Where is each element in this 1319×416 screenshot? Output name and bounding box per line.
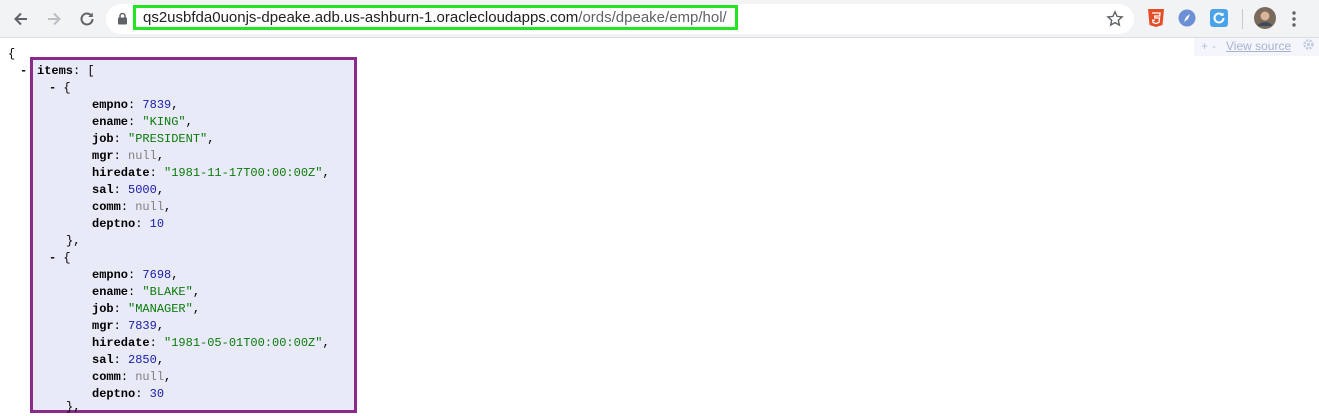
items-key: items [37,64,74,78]
json-field: empno: 7698, [92,268,179,282]
back-arrow-icon [14,12,27,26]
json-viewer: { - items: [ - { empno: 7839, ename: "KI… [0,38,1319,416]
field-key: hiredate [92,336,150,350]
field-value: 10 [149,217,165,231]
record-open: - { [49,251,71,265]
items-row: - [20,63,27,80]
field-key: deptno [92,217,136,231]
json-field: job: "PRESIDENT", [92,132,215,146]
json-field: hiredate: "1981-11-17T00:00:00Z", [92,166,330,180]
toolbar-divider [1242,9,1243,29]
field-key: sal [92,353,114,367]
field-value: "BLAKE" [142,285,193,299]
json-field: mgr: 7839, [92,319,165,333]
field-value: "PRESIDENT" [128,132,208,146]
field-key: job [92,132,114,146]
refresh-extension-icon[interactable] [1209,8,1229,28]
reload-icon [80,12,94,26]
field-key: deptno [92,387,136,401]
field-key: comm [92,200,121,214]
items-open-bracket: [ [87,64,95,78]
field-value: "1981-11-17T00:00:00Z" [164,166,323,180]
json-field: job: "MANAGER", [92,302,201,316]
record-close: }, [66,234,81,248]
json-field: deptno: 10 [92,217,165,231]
lock-icon[interactable] [117,12,128,30]
forward-arrow-icon [48,12,61,26]
field-value: "MANAGER" [128,302,193,316]
field-key: ename [92,115,129,129]
field-value: null [135,370,165,384]
field-key: ename [92,285,129,299]
field-value: 2850 [128,353,157,367]
json-field: sal: 2850, [92,353,165,367]
items-collapse-toggle[interactable]: - [20,64,27,78]
field-value: 5000 [128,183,157,197]
field-value: "KING" [142,115,186,129]
field-key: sal [92,183,114,197]
record-close: }, [66,400,81,414]
forward-button[interactable] [42,7,66,31]
field-value: 7698 [142,268,172,282]
menu-kebab-icon[interactable] [1291,9,1297,34]
url-host: qs2usbfda0uonjs-dpeake.adb.us-ashburn-1.… [143,9,579,26]
profile-avatar[interactable] [1254,7,1276,29]
json-field: ename: "BLAKE", [92,285,201,299]
field-key: hiredate [92,166,150,180]
field-key: comm [92,370,121,384]
json-field: comm: null, [92,370,172,384]
field-value: 7839 [142,98,172,112]
json-field: ename: "KING", [92,115,193,129]
url-text[interactable]: qs2usbfda0uonjs-dpeake.adb.us-ashburn-1.… [143,9,727,27]
json-field: sal: 5000, [92,183,165,197]
json-field: mgr: null, [92,149,165,163]
field-value: 30 [149,387,165,401]
browser-toolbar: qs2usbfda0uonjs-dpeake.adb.us-ashburn-1.… [0,0,1319,38]
record-open: - { [49,81,71,95]
url-path: /ords/dpeake/emp/hol/ [578,9,727,26]
field-value: 7839 [128,319,157,333]
items-key-row: items: [ [37,64,95,78]
field-value: null [135,200,165,214]
json-field: empno: 7839, [92,98,179,112]
field-value: "1981-05-01T00:00:00Z" [164,336,323,350]
reload-button[interactable] [75,7,99,31]
bookmark-star-icon[interactable] [1106,10,1124,33]
compass-extension-icon[interactable] [1177,8,1197,28]
html5-extension-icon[interactable] [1146,8,1166,28]
field-key: mgr [92,319,114,333]
field-value: null [128,149,157,163]
json-field: hiredate: "1981-05-01T00:00:00Z", [92,336,330,350]
root-open-brace: { [8,47,16,61]
field-key: empno [92,268,129,282]
json-field: deptno: 30 [92,387,165,401]
back-button[interactable] [9,7,33,31]
field-key: job [92,302,114,316]
field-key: mgr [92,149,114,163]
json-field: comm: null, [92,200,172,214]
field-key: empno [92,98,129,112]
